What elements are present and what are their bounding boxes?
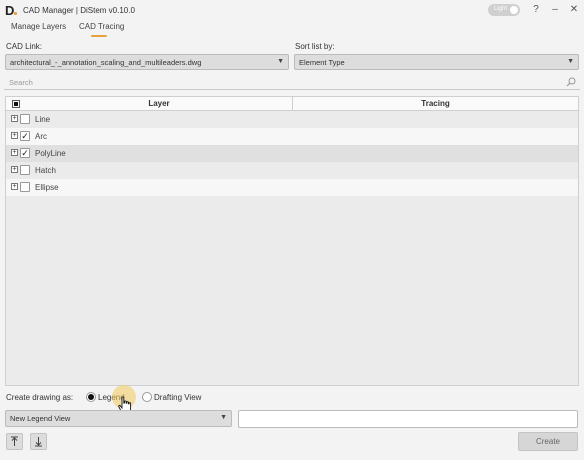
title-bar: D CAD Manager | DiStem v0.10.0 Light ? –… — [0, 0, 584, 20]
cad-link-label: CAD Link: — [6, 42, 43, 51]
row-checkbox[interactable] — [20, 165, 30, 175]
grid-header: Layer Tracing — [6, 97, 578, 111]
arrow-down-icon — [35, 437, 42, 447]
column-header-layer[interactable]: Layer — [26, 99, 292, 108]
column-header-tracing[interactable]: Tracing — [293, 99, 578, 108]
help-icon[interactable]: ? — [529, 3, 543, 17]
row-label: Arc — [35, 132, 47, 141]
grid-row[interactable]: + Hatch — [6, 162, 578, 179]
cad-link-value: architectural_-_annotation_scaling_and_m… — [10, 58, 202, 67]
app-title: CAD Manager | DiStem v0.10.0 — [23, 6, 135, 15]
theme-toggle-label: Light — [494, 6, 508, 12]
minimize-icon[interactable]: – — [548, 3, 562, 17]
sort-value: Element Type — [299, 58, 345, 67]
search-icon — [566, 77, 576, 87]
radio-drafting-view[interactable] — [142, 392, 152, 402]
expand-icon[interactable]: + — [11, 149, 18, 156]
view-name-input[interactable] — [238, 410, 578, 428]
layer-grid: Layer Tracing + Line + ✓ Arc + ✓ PolyLin… — [5, 96, 579, 386]
radio-drafting-view-label[interactable]: Drafting View — [154, 393, 201, 402]
search-field[interactable]: Search — [4, 75, 580, 90]
sort-select[interactable]: Element Type ▼ — [294, 54, 579, 70]
expand-icon[interactable]: + — [11, 132, 18, 139]
row-label: PolyLine — [35, 149, 66, 158]
chevron-down-icon: ▼ — [220, 414, 227, 421]
tab-cad-tracing[interactable]: CAD Tracing — [79, 22, 124, 31]
row-label: Hatch — [35, 166, 56, 175]
create-as-label: Create drawing as: — [6, 393, 74, 402]
radio-legend[interactable] — [86, 392, 96, 402]
chevron-down-icon: ▼ — [567, 58, 574, 65]
grid-row[interactable]: + Ellipse — [6, 179, 578, 196]
logo-accent — [14, 12, 17, 15]
row-checkbox[interactable] — [20, 182, 30, 192]
row-checkbox[interactable] — [20, 114, 30, 124]
app-logo: D — [5, 3, 15, 18]
cad-link-select[interactable]: architectural_-_annotation_scaling_and_m… — [5, 54, 289, 70]
row-label: Ellipse — [35, 183, 59, 192]
grid-row[interactable]: + ✓ Arc — [6, 128, 578, 145]
select-all-checkbox[interactable] — [12, 100, 20, 108]
active-tab-indicator — [91, 35, 107, 37]
move-down-button[interactable] — [30, 433, 47, 450]
grid-row[interactable]: + Line — [6, 111, 578, 128]
sort-label: Sort list by: — [295, 42, 335, 51]
row-checkbox[interactable]: ✓ — [20, 148, 30, 158]
row-label: Line — [35, 115, 51, 124]
search-placeholder: Search — [9, 78, 33, 87]
expand-icon[interactable]: + — [11, 166, 18, 173]
tab-manage-layers[interactable]: Manage Layers — [11, 22, 66, 31]
row-checkbox[interactable]: ✓ — [20, 131, 30, 141]
arrow-up-icon — [11, 436, 18, 446]
close-icon[interactable]: ✕ — [567, 3, 581, 17]
expand-icon[interactable]: + — [11, 115, 18, 122]
chevron-down-icon: ▼ — [277, 58, 284, 65]
view-select[interactable]: New Legend View ▼ — [5, 410, 232, 427]
grid-row[interactable]: + ✓ PolyLine — [6, 145, 578, 162]
move-up-button[interactable] — [6, 433, 23, 450]
theme-toggle[interactable]: Light — [488, 4, 520, 16]
create-button[interactable]: Create — [518, 432, 578, 451]
view-select-value: New Legend View — [10, 414, 71, 423]
expand-icon[interactable]: + — [11, 183, 18, 190]
toggle-knob — [510, 6, 518, 14]
